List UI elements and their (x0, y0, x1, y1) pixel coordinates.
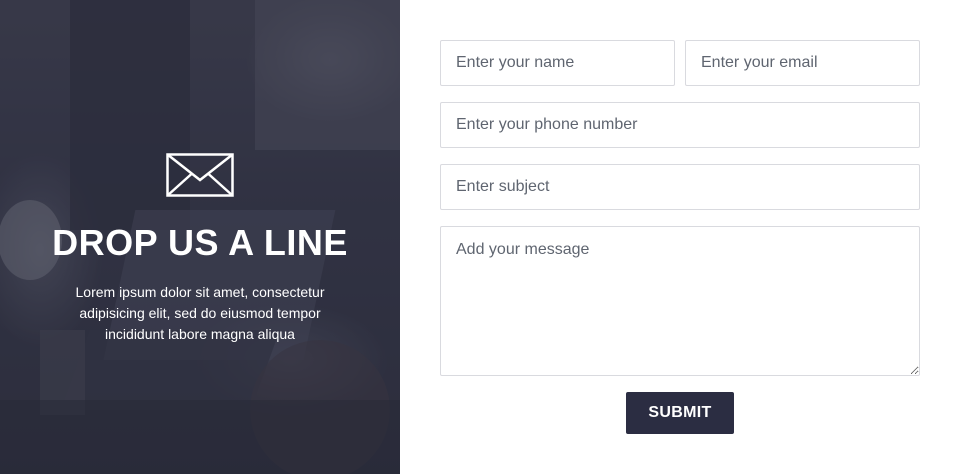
hero-description-line: incididunt labore magna aliqua (105, 326, 295, 342)
hero-content: DROP US A LINE Lorem ipsum dolor sit ame… (0, 0, 400, 474)
hero-description-line: Lorem ipsum dolor sit amet, consectetur (75, 284, 325, 300)
message-textarea[interactable] (440, 226, 920, 376)
hero-panel: DROP US A LINE Lorem ipsum dolor sit ame… (0, 0, 400, 474)
hero-description-line: adipisicing elit, sed do eiusmod tempor (79, 305, 321, 321)
envelope-icon (166, 153, 234, 197)
subject-input[interactable] (440, 164, 920, 210)
email-input[interactable] (685, 40, 920, 86)
name-input[interactable] (440, 40, 675, 86)
submit-button[interactable]: SUBMIT (626, 392, 734, 434)
phone-input[interactable] (440, 102, 920, 148)
hero-title: DROP US A LINE (52, 222, 348, 263)
hero-description: Lorem ipsum dolor sit amet, consectetur … (55, 282, 345, 345)
